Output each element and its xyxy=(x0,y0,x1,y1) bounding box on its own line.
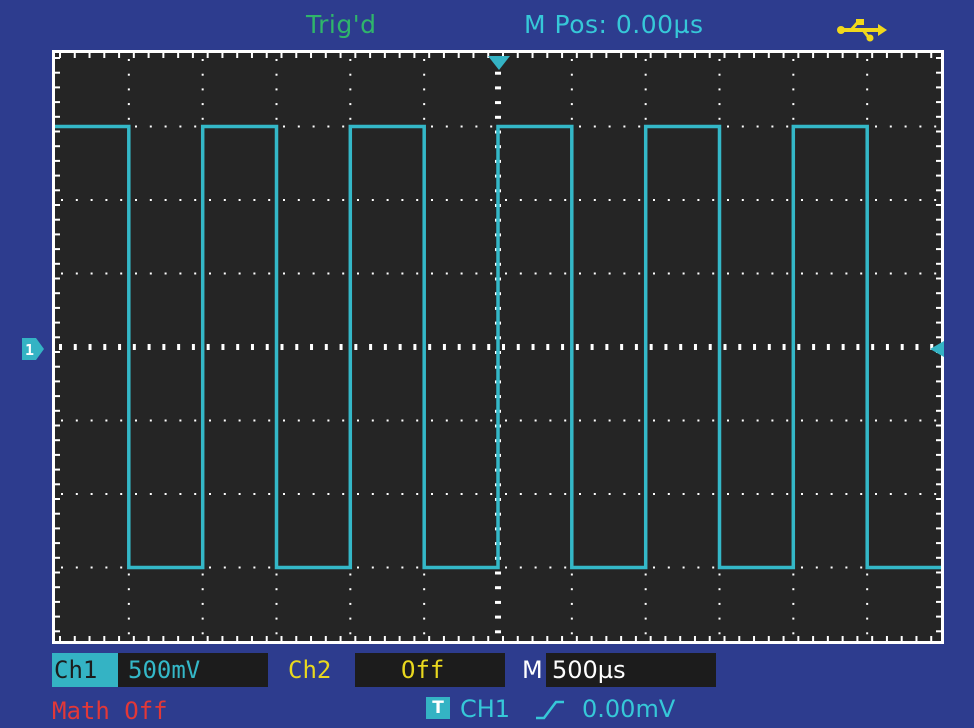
trigger-position-marker-icon[interactable] xyxy=(488,56,510,70)
ch1-waveform-trace xyxy=(55,124,941,570)
timebase-value: 500µs xyxy=(546,653,716,687)
math-state: Math Off xyxy=(52,697,168,725)
ch2-label[interactable]: Ch2 xyxy=(286,653,346,687)
usb-icon xyxy=(837,19,887,42)
rising-edge-icon xyxy=(536,700,564,720)
waveform-graticule xyxy=(55,53,941,641)
trigger-source: CH1 xyxy=(460,695,511,723)
trigger-level: 0.00mV xyxy=(582,695,676,723)
ch2-state: Off xyxy=(355,653,505,687)
horizontal-position-readout: M Pos: 0.00µs xyxy=(524,10,704,39)
timebase-label: M xyxy=(522,656,543,684)
oscilloscope-screen: Trig'd M Pos: 0.00µs 1 Ch1 500mV Ch2 Off… xyxy=(0,0,974,726)
svg-text:1: 1 xyxy=(25,341,34,359)
ch1-offset-marker[interactable]: 1 xyxy=(22,338,44,360)
ch1-label[interactable]: Ch1 xyxy=(52,653,118,687)
trigger-badge-icon: T xyxy=(426,697,450,719)
ch1-volts-per-div: 500mV xyxy=(118,653,268,687)
trigger-status: Trig'd xyxy=(306,10,377,39)
waveform-display xyxy=(52,50,944,644)
trigger-level-marker-icon[interactable] xyxy=(930,341,944,357)
